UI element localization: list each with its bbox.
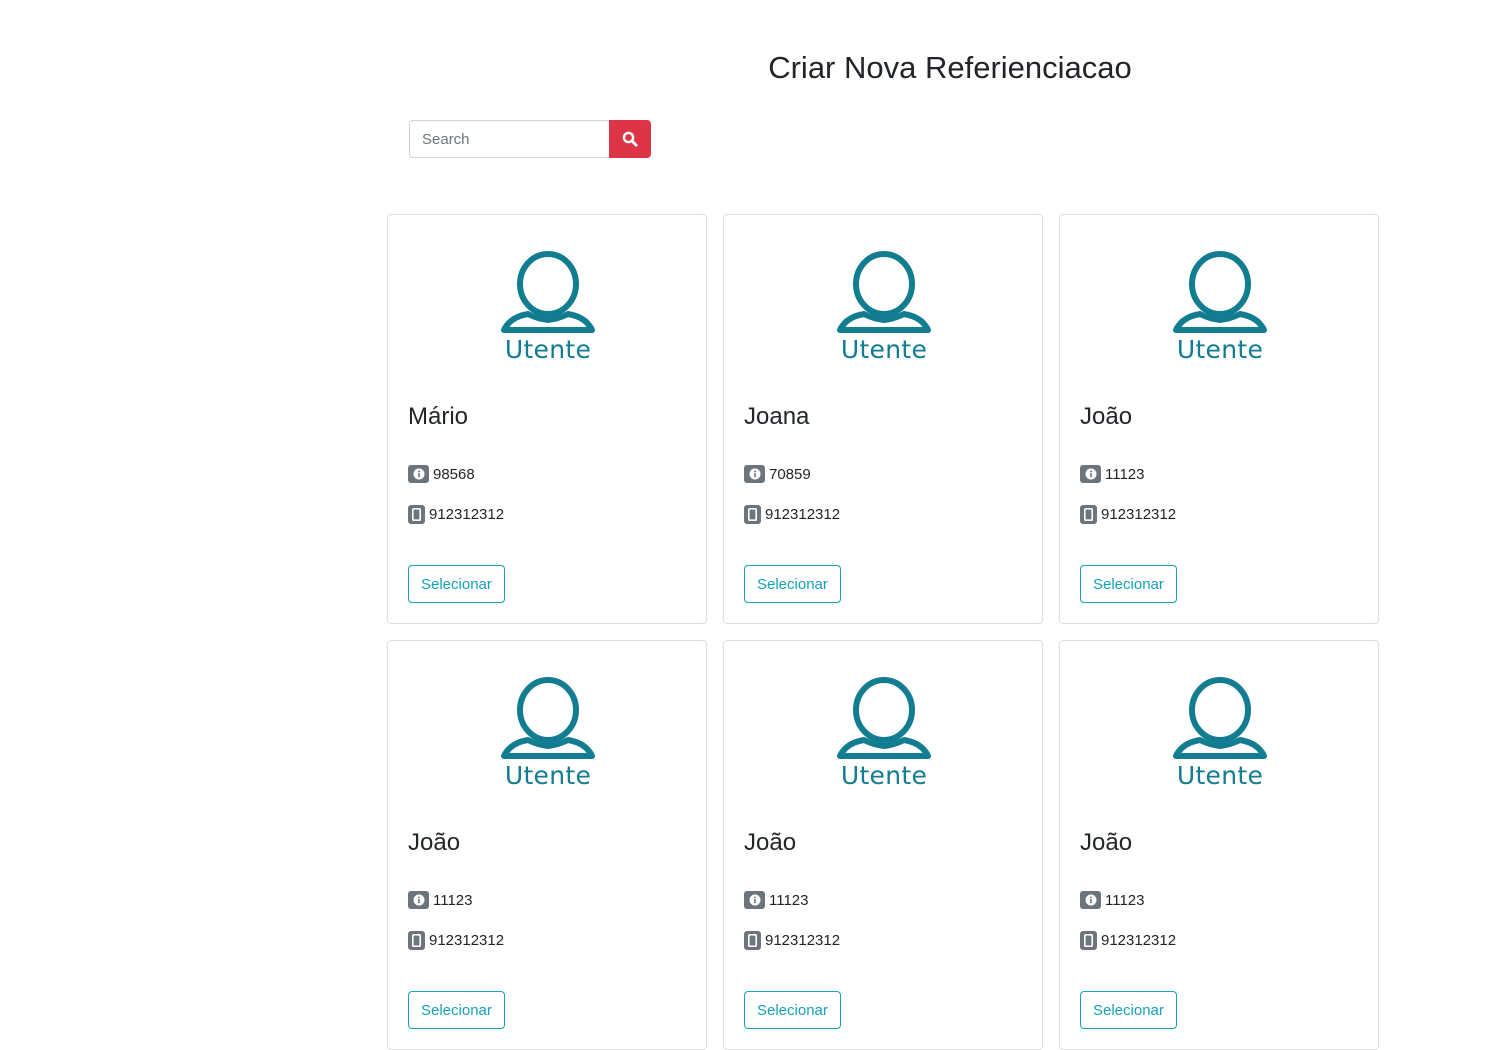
avatar-caption: Utente bbox=[504, 761, 592, 790]
user-avatar-icon bbox=[501, 677, 595, 759]
patient-phone: 912312312 bbox=[765, 506, 841, 523]
select-button[interactable]: Selecionar bbox=[744, 991, 841, 1029]
page-title: Criar Nova Referienciacao bbox=[768, 50, 1132, 85]
user-avatar-icon bbox=[1173, 251, 1267, 333]
patient-name: Joana bbox=[744, 403, 810, 430]
patient-id: 70859 bbox=[769, 465, 811, 483]
patient-phone-row: 912312312 bbox=[744, 931, 840, 950]
patient-id: 11123 bbox=[1105, 891, 1145, 909]
phone-icon bbox=[408, 505, 425, 524]
select-button[interactable]: Selecionar bbox=[408, 991, 505, 1029]
select-button[interactable]: Selecionar bbox=[1080, 991, 1177, 1029]
avatar-caption: Utente bbox=[1176, 335, 1264, 364]
avatar-caption: Utente bbox=[504, 335, 592, 364]
patient-card: Utente João 11123 912312312 Selecionar bbox=[387, 640, 707, 1050]
avatar: Utente bbox=[1060, 251, 1380, 381]
patient-card: Utente João 11123 912312312 Selecionar bbox=[723, 640, 1043, 1050]
phone-icon bbox=[744, 505, 761, 524]
search-form bbox=[409, 120, 651, 158]
search-input[interactable] bbox=[409, 120, 609, 158]
info-icon bbox=[408, 891, 429, 909]
user-avatar-icon bbox=[837, 677, 931, 759]
phone-icon bbox=[744, 931, 761, 950]
patient-phone: 912312312 bbox=[429, 932, 505, 949]
patient-id-row: 70859 bbox=[744, 465, 811, 483]
patient-phone-row: 912312312 bbox=[408, 505, 504, 524]
avatar: Utente bbox=[388, 677, 708, 807]
info-icon bbox=[744, 891, 765, 909]
avatar-caption: Utente bbox=[1176, 761, 1264, 790]
patient-phone-row: 912312312 bbox=[1080, 505, 1176, 524]
patient-id-row: 11123 bbox=[1080, 891, 1145, 909]
patient-name: João bbox=[408, 829, 461, 856]
search-icon bbox=[622, 131, 638, 147]
avatar: Utente bbox=[1060, 677, 1380, 807]
patient-phone: 912312312 bbox=[429, 506, 505, 523]
select-button[interactable]: Selecionar bbox=[744, 565, 841, 603]
patient-id-row: 98568 bbox=[408, 465, 475, 483]
patient-id-row: 11123 bbox=[1080, 465, 1145, 483]
patient-name: Mário bbox=[408, 403, 469, 430]
select-button[interactable]: Selecionar bbox=[408, 565, 505, 603]
patient-phone: 912312312 bbox=[1101, 932, 1177, 949]
info-icon bbox=[1080, 465, 1101, 483]
patient-id: 11123 bbox=[769, 891, 809, 909]
avatar-caption: Utente bbox=[840, 761, 928, 790]
avatar: Utente bbox=[388, 251, 708, 381]
patient-card: Utente João 11123 912312312 Selecionar bbox=[1059, 214, 1379, 624]
phone-icon bbox=[1080, 505, 1097, 524]
patient-name: João bbox=[1080, 403, 1133, 430]
patient-name: João bbox=[1080, 829, 1133, 856]
patient-card: Utente Joana 70859 912312312 Selecionar bbox=[723, 214, 1043, 624]
patient-id-row: 11123 bbox=[408, 891, 473, 909]
avatar: Utente bbox=[724, 677, 1044, 807]
patient-card: Utente João 11123 912312312 Selecionar bbox=[1059, 640, 1379, 1050]
patient-id-row: 11123 bbox=[744, 891, 809, 909]
user-avatar-icon bbox=[1173, 677, 1267, 759]
user-avatar-icon bbox=[501, 251, 595, 333]
info-icon bbox=[1080, 891, 1101, 909]
search-button[interactable] bbox=[609, 120, 651, 158]
patient-id: 11123 bbox=[433, 891, 473, 909]
patient-phone: 912312312 bbox=[1101, 506, 1177, 523]
phone-icon bbox=[408, 931, 425, 950]
select-button[interactable]: Selecionar bbox=[1080, 565, 1177, 603]
avatar-caption: Utente bbox=[840, 335, 928, 364]
patient-name: João bbox=[744, 829, 797, 856]
info-icon bbox=[408, 465, 429, 483]
patient-phone-row: 912312312 bbox=[1080, 931, 1176, 950]
patient-card: Utente Mário 98568 912312312 Selecionar bbox=[387, 214, 707, 624]
avatar: Utente bbox=[724, 251, 1044, 381]
patient-phone-row: 912312312 bbox=[408, 931, 504, 950]
patient-phone: 912312312 bbox=[765, 932, 841, 949]
patient-phone-row: 912312312 bbox=[744, 505, 840, 524]
phone-icon bbox=[1080, 931, 1097, 950]
info-icon bbox=[744, 465, 765, 483]
user-avatar-icon bbox=[837, 251, 931, 333]
patient-id: 98568 bbox=[433, 465, 475, 483]
patient-id: 11123 bbox=[1105, 465, 1145, 483]
